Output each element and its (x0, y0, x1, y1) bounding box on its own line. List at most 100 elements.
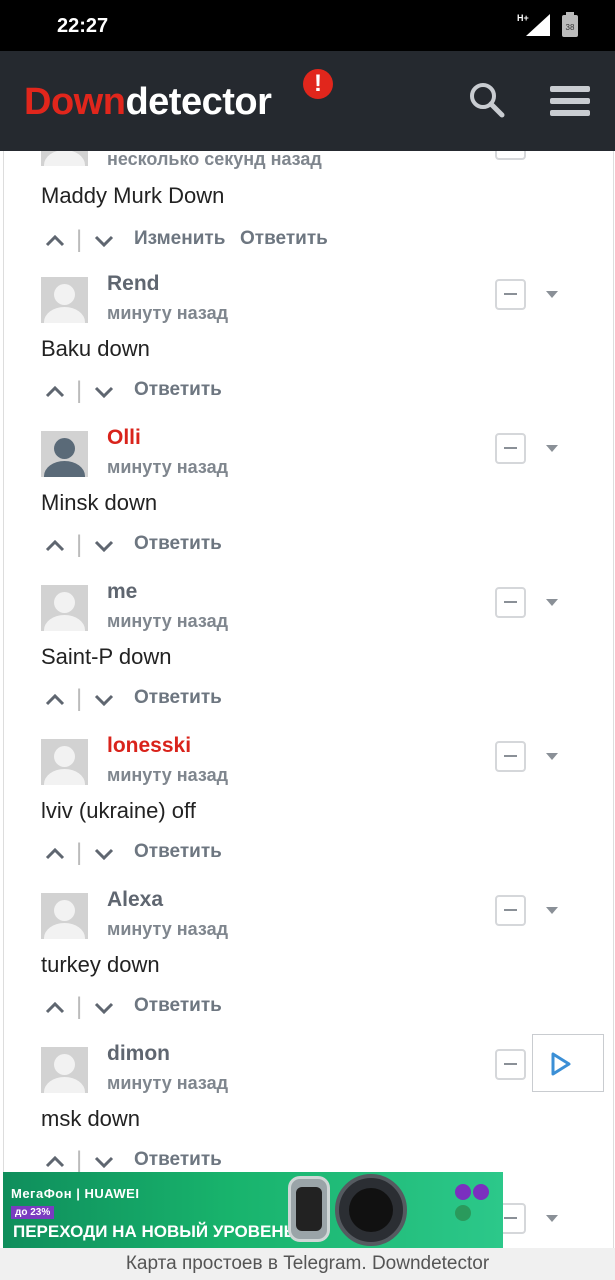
comment-actions: | Ответить (41, 531, 461, 559)
vote-separator: | (76, 685, 83, 712)
advertisement-banner[interactable]: МегаФон | HUAWEI до 23% ПЕРЕХОДИ НА НОВЫ… (3, 1172, 503, 1248)
ad-decoration-dots (455, 1184, 503, 1226)
downdetector-logo[interactable]: Downdetector (24, 81, 272, 124)
user-avatar-icon (41, 1047, 88, 1093)
user-avatar-icon (41, 431, 88, 477)
user-avatar-icon (41, 277, 88, 323)
collapse-button[interactable] (495, 433, 526, 464)
vote-separator: | (76, 531, 83, 558)
upvote-icon[interactable] (41, 379, 69, 405)
comment-time: минуту назад (107, 1073, 229, 1093)
comment-actions: | Ответить (41, 993, 461, 1021)
chevron-down-icon[interactable] (546, 291, 558, 298)
user-avatar-icon (41, 151, 88, 166)
comment-text: lviv (ukraine) off (41, 798, 196, 823)
ad-brand: МегаФон | HUAWEI (11, 1186, 140, 1201)
chevron-down-icon[interactable] (546, 753, 558, 760)
comment-item: несколько секунд назад Maddy Murk Down |… (4, 151, 613, 253)
smartwatch-image (288, 1176, 330, 1242)
comment-actions: | Изменить Ответить (41, 226, 461, 254)
collapse-button[interactable] (495, 895, 526, 926)
user-avatar-icon (41, 739, 88, 785)
ad-promo-badge: до 23% (11, 1206, 55, 1219)
comment-author[interactable]: Alexa (107, 888, 163, 912)
downvote-icon[interactable] (90, 841, 118, 867)
comment-item: Rend минуту назад Baku down | Ответить (4, 269, 613, 423)
user-avatar-icon (41, 893, 88, 939)
comment-text: Maddy Murk Down (41, 183, 225, 208)
downvote-icon[interactable] (90, 379, 118, 405)
comment-item: Alexa минуту назад turkey down | Ответит… (4, 885, 613, 1039)
comment-time: несколько секунд назад (107, 151, 322, 169)
vote-separator: | (76, 1147, 83, 1174)
comment-item: dimon минуту назад msk down | Ответить (4, 1039, 613, 1193)
comment-text: msk down (41, 1106, 141, 1131)
battery-icon: 38 (562, 12, 578, 37)
comment-time: минуту назад (107, 611, 229, 631)
reply-link[interactable]: Ответить (134, 379, 222, 401)
downvote-icon[interactable] (90, 995, 118, 1021)
edit-link[interactable]: Изменить (134, 228, 225, 250)
collapse-button[interactable] (495, 741, 526, 772)
comment-time: минуту назад (107, 457, 229, 477)
comment-actions: | Ответить (41, 839, 461, 867)
comment-author[interactable]: dimon (107, 1042, 170, 1066)
clock: 22:27 (57, 15, 109, 37)
search-icon[interactable] (469, 82, 505, 118)
chevron-down-icon[interactable] (546, 1215, 558, 1222)
collapse-button[interactable] (495, 279, 526, 310)
user-avatar-icon (41, 585, 88, 631)
ad-choices-button[interactable] (532, 1034, 604, 1092)
comment-actions: | Ответить (41, 377, 461, 405)
upvote-icon[interactable] (41, 995, 69, 1021)
vote-separator: | (76, 993, 83, 1020)
ad-headline: ПЕРЕХОДИ НА НОВЫЙ УРОВЕНЬ (13, 1222, 296, 1241)
comment-item: lonesski минуту назад lviv (ukraine) off… (4, 731, 613, 885)
comment-text: Minsk down (41, 490, 158, 515)
reply-link[interactable]: Ответить (134, 687, 222, 709)
reply-link[interactable]: Ответить (134, 995, 222, 1017)
chevron-down-icon[interactable] (546, 599, 558, 606)
signal-icon (526, 14, 550, 36)
upvote-icon[interactable] (41, 228, 69, 254)
collapse-button[interactable] (495, 1049, 526, 1080)
comment-time: минуту назад (107, 919, 229, 939)
watch-image (335, 1174, 407, 1246)
play-icon (551, 1052, 571, 1076)
vote-separator: | (76, 377, 83, 404)
comment-time: минуту назад (107, 303, 229, 323)
downvote-icon[interactable] (90, 228, 118, 254)
comment-text: turkey down (41, 952, 160, 977)
comment-item: Olli минуту назад Minsk down | Ответить (4, 423, 613, 577)
collapse-button[interactable] (495, 151, 526, 160)
telegram-footer-link[interactable]: Карта простоев в Telegram. Downdetector (0, 1248, 615, 1280)
comment-author[interactable]: me (107, 580, 137, 604)
comment-author[interactable]: Olli (107, 426, 141, 450)
reply-link[interactable]: Ответить (240, 228, 328, 250)
downvote-icon[interactable] (90, 687, 118, 713)
comments-list: несколько секунд назад Maddy Murk Down |… (3, 151, 614, 1280)
reply-link[interactable]: Ответить (134, 533, 222, 555)
logo-alert-icon: ! (303, 69, 333, 99)
comment-author[interactable]: Rend (107, 272, 160, 296)
comment-text: Saint-P down (41, 644, 172, 669)
chevron-down-icon[interactable] (546, 907, 558, 914)
app-header: Downdetector ! (0, 51, 615, 151)
upvote-icon[interactable] (41, 533, 69, 559)
hamburger-menu-icon[interactable] (550, 86, 590, 116)
reply-link[interactable]: Ответить (134, 841, 222, 863)
collapse-button[interactable] (495, 587, 526, 618)
comment-author[interactable]: lonesski (107, 734, 191, 758)
status-bar: 22:27 H+ 38 (0, 0, 615, 51)
comment-item: me минуту назад Saint-P down | Ответить (4, 577, 613, 731)
upvote-icon[interactable] (41, 687, 69, 713)
vote-separator: | (76, 839, 83, 866)
downvote-icon[interactable] (90, 533, 118, 559)
comment-time: минуту назад (107, 765, 229, 785)
vote-separator: | (76, 226, 83, 253)
comment-text: Baku down (41, 336, 150, 361)
comment-actions: | Ответить (41, 685, 461, 713)
reply-link[interactable]: Ответить (134, 1149, 222, 1171)
chevron-down-icon[interactable] (546, 445, 558, 452)
upvote-icon[interactable] (41, 841, 69, 867)
